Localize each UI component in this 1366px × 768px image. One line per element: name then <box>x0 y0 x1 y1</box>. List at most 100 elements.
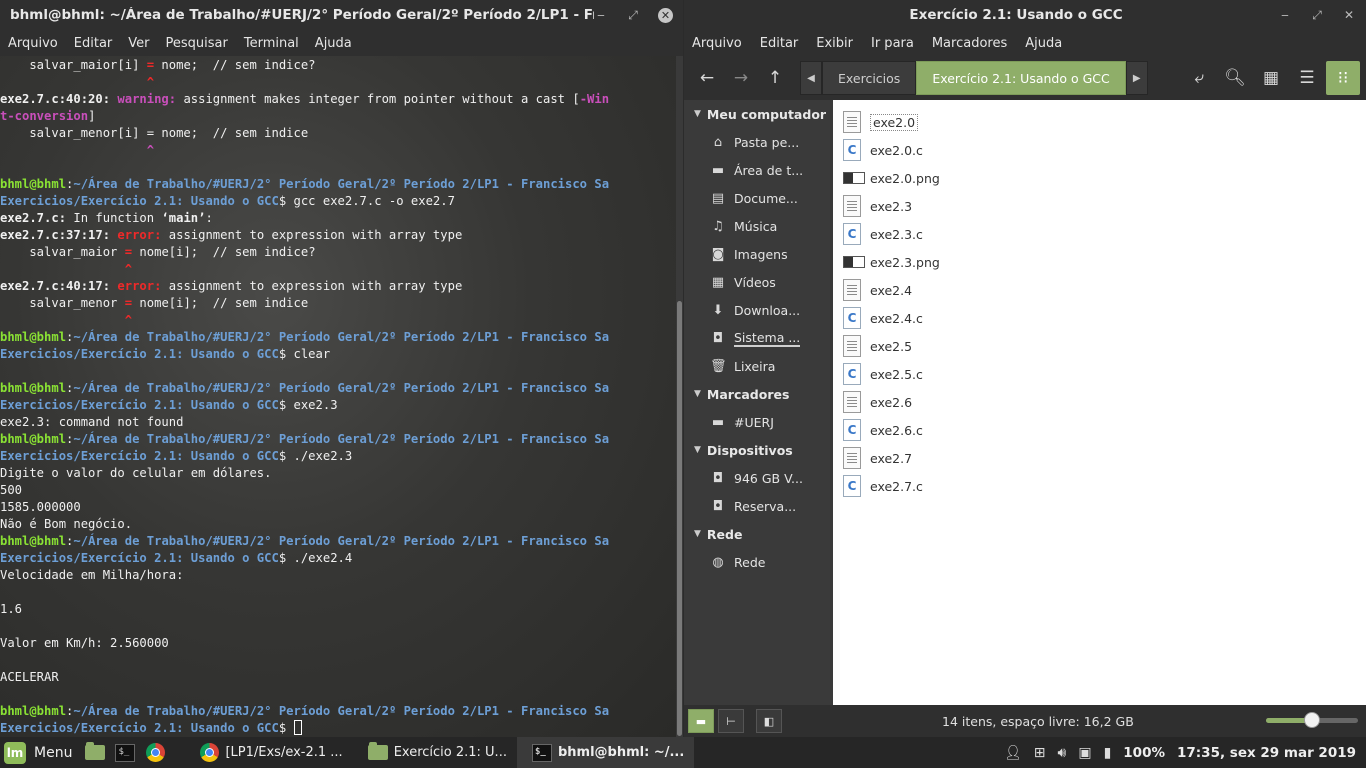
file-item[interactable]: exe2.3.png <box>843 248 1366 276</box>
forward-arrow-icon[interactable]: → <box>724 61 758 95</box>
task-chrome[interactable]: [LP1/Exs/ex-2.1 ... <box>184 737 352 768</box>
network-icon[interactable]: ⊞ <box>1034 745 1046 761</box>
terminal-line: ACELERAR <box>0 669 676 686</box>
sidebar-item-label: Downloa... <box>734 302 801 318</box>
list-view-icon[interactable]: ☰ <box>1290 61 1324 95</box>
sidebar-item[interactable]: ◘ Sistema ... <box>684 324 833 352</box>
menu-terminal[interactable]: Terminal <box>244 36 299 51</box>
expander-icon[interactable]: ▼ <box>694 529 701 539</box>
file-item[interactable]: Cexe2.7.c <box>843 472 1366 500</box>
task-terminal[interactable]: $_ bhml@bhml: ~/... <box>516 737 695 768</box>
menu-arquivo[interactable]: Arquivo <box>8 36 58 51</box>
zoom-knob[interactable] <box>1304 712 1320 728</box>
file-item[interactable]: exe2.3 <box>843 192 1366 220</box>
files-launcher[interactable] <box>83 741 107 765</box>
sidebar-item[interactable]: ▤ Docume... <box>684 184 833 212</box>
file-item[interactable]: exe2.4 <box>843 276 1366 304</box>
breadcrumb-current[interactable]: Exercício 2.1: Usando o GCC <box>916 61 1126 95</box>
compact-view-icon[interactable]: ⁝⁝ <box>1326 61 1360 95</box>
sidebar-item[interactable]: ◍ Rede <box>684 548 833 576</box>
terminal-scrollbar[interactable] <box>676 56 683 737</box>
user-icon[interactable]: 👤︎ <box>1004 745 1022 761</box>
sidebar-section[interactable]: ▼ Meu computador <box>684 100 833 128</box>
sidebar-item[interactable]: ◘ 946 GB V... <box>684 464 833 492</box>
sidebar-item[interactable]: ▦ Vídeos <box>684 268 833 296</box>
menu-ajuda[interactable]: Ajuda <box>1025 36 1062 51</box>
terminal-line: salvar_menor[i] = nome; // sem indice <box>0 125 676 142</box>
terminal-text: bhml@bhml <box>0 330 67 344</box>
terminal-titlebar[interactable]: bhml@bhml: ~/Área de Trabalho/#UERJ/2° P… <box>0 0 683 30</box>
close-icon[interactable]: ✕ <box>658 7 673 23</box>
menu-editar[interactable]: Editar <box>760 36 799 51</box>
back-arrow-icon[interactable]: ← <box>690 61 724 95</box>
sidebar-item[interactable]: ⌂ Pasta pe... <box>684 128 833 156</box>
file-item[interactable]: exe2.6 <box>843 388 1366 416</box>
sidebar-item[interactable]: ▬ #UERJ <box>684 408 833 436</box>
file-item[interactable]: exe2.5 <box>843 332 1366 360</box>
clipboard-icon[interactable]: ▣ <box>1078 745 1091 761</box>
menu-marcadores[interactable]: Marcadores <box>932 36 1007 51</box>
file-item[interactable]: Cexe2.4.c <box>843 304 1366 332</box>
menu-button[interactable]: lm Menu <box>0 737 80 768</box>
sidebar-item[interactable]: ◘ Reserva... <box>684 492 833 520</box>
chrome-launcher[interactable] <box>143 741 167 765</box>
menu-ver[interactable]: Ver <box>128 36 149 51</box>
tree-toggle-icon[interactable]: ⊢ <box>718 709 744 733</box>
expander-icon[interactable]: ▼ <box>694 389 701 399</box>
menu-pesquisar[interactable]: Pesquisar <box>166 36 228 51</box>
sidebar-section[interactable]: ▼ Rede <box>684 520 833 548</box>
sidebar-item[interactable]: ⬇ Downloa... <box>684 296 833 324</box>
clock[interactable]: 17:35, sex 29 mar 2019 <box>1177 745 1356 761</box>
zoom-slider[interactable] <box>1266 712 1358 728</box>
sidebar-item[interactable]: ◙ Imagens <box>684 240 833 268</box>
terminal-text: exe2.7.c: <box>0 211 67 225</box>
terminal-line: bhml@bhml:~/Área de Trabalho/#UERJ/2° Pe… <box>0 380 676 397</box>
desktop-folder-icon: ▬ <box>711 162 725 178</box>
menu-editar[interactable]: Editar <box>74 36 113 51</box>
file-item[interactable]: exe2.7 <box>843 444 1366 472</box>
sidebar-item[interactable]: 🗑 Lixeira <box>684 352 833 380</box>
file-item[interactable]: Cexe2.6.c <box>843 416 1366 444</box>
breadcrumb-left-icon[interactable]: ◀ <box>800 61 822 95</box>
terminal-cursor <box>293 720 302 735</box>
file-item[interactable]: Cexe2.3.c <box>843 220 1366 248</box>
up-arrow-icon[interactable]: ↑ <box>758 61 792 95</box>
task-label: Exercício 2.1: U... <box>393 745 507 760</box>
minimize-icon[interactable]: ‒ <box>594 8 608 22</box>
file-item[interactable]: Cexe2.5.c <box>843 360 1366 388</box>
terminal-text: ^ <box>146 143 155 157</box>
battery-icon[interactable]: ▮ <box>1104 745 1112 761</box>
terminal-line: salvar_menor = nome[i]; // sem indice <box>0 295 676 312</box>
menu-exibir[interactable]: Exibir <box>816 36 853 51</box>
terminal-output[interactable]: salvar_maior[i] = nome; // sem indice? ^… <box>0 56 676 737</box>
task-files[interactable]: Exercício 2.1: U... <box>353 737 517 768</box>
menu-ajuda[interactable]: Ajuda <box>315 36 352 51</box>
files-titlebar[interactable]: Exercício 2.1: Usando o GCC ‒ ⤢ ✕ <box>684 0 1366 30</box>
breadcrumb-exercicios[interactable]: Exercicios <box>822 61 917 95</box>
hide-sidebar-icon[interactable]: ◧ <box>756 709 782 733</box>
search-icon[interactable]: 🔍︎ <box>1218 61 1252 95</box>
scrollbar-thumb[interactable] <box>677 301 682 736</box>
sidebar-section[interactable]: ▼ Dispositivos <box>684 436 833 464</box>
expander-icon[interactable]: ▼ <box>694 445 701 455</box>
close-icon[interactable]: ✕ <box>1342 8 1356 22</box>
file-item[interactable]: exe2.0 <box>843 108 1366 136</box>
menu-arquivo[interactable]: Arquivo <box>692 36 742 51</box>
volume-icon[interactable]: 🔊︎ <box>1058 745 1067 761</box>
breadcrumb-right-icon[interactable]: ▶ <box>1125 61 1148 95</box>
terminal-launcher[interactable]: $_ <box>113 741 137 765</box>
maximize-icon[interactable]: ⤢ <box>1310 8 1324 23</box>
terminal-text: Exercicios/Exercício 2.1: Usando o GCC <box>0 347 279 361</box>
maximize-icon[interactable]: ⤢ <box>626 8 640 23</box>
icon-view-icon[interactable]: ▦ <box>1254 61 1288 95</box>
places-toggle-icon[interactable]: ▬ <box>688 709 714 733</box>
file-item[interactable]: Cexe2.0.c <box>843 136 1366 164</box>
minimize-icon[interactable]: ‒ <box>1278 8 1292 22</box>
sidebar-item[interactable]: ▬ Área de t... <box>684 156 833 184</box>
menu-ir-para[interactable]: Ir para <box>871 36 914 51</box>
toggle-location-icon[interactable]: ⤶ <box>1182 61 1216 95</box>
expander-icon[interactable]: ▼ <box>694 109 701 119</box>
sidebar-item[interactable]: ♫ Música <box>684 212 833 240</box>
sidebar-section[interactable]: ▼ Marcadores <box>684 380 833 408</box>
file-item[interactable]: exe2.0.png <box>843 164 1366 192</box>
